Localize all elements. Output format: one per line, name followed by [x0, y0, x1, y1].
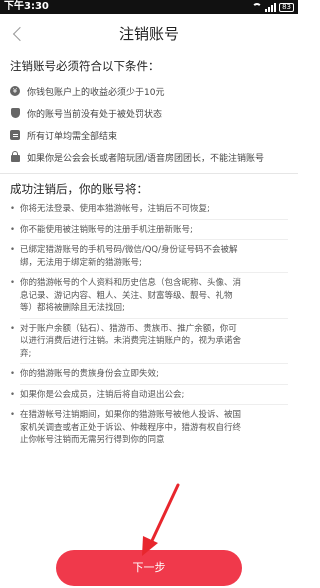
lock-icon: [10, 151, 20, 162]
annotation-arrow-shaft: [148, 483, 180, 547]
consequence-line: 你的猎游帐号的个人资料和历史信息（包含昵称、头像、消: [20, 278, 242, 288]
consequence-line: 家机关调查或者正处于诉讼、仲裁程序中，猎游有权自行终: [20, 422, 242, 433]
item-separator: [20, 272, 288, 273]
condition-item: ¥ 你钱包账户上的收益必须少于10元: [10, 80, 288, 102]
consequence-item: • 你的猎游账号的贵族身份会立即失效;: [10, 369, 159, 379]
shield-icon: [10, 108, 20, 118]
condition-item: 所有订单均需全部结束: [10, 124, 288, 146]
item-separator: [20, 383, 288, 385]
wifi-icon: [252, 3, 263, 11]
consequence-line: 对于账户余额（钻石）、猎游币、贵族币、推广余额，你可: [20, 323, 237, 334]
consequence-line: 息记录、游记内容、粗人、关注、财富等级、靓号、礼物: [20, 290, 233, 301]
conditions-title: 注销账号必须符合以下条件：: [10, 59, 160, 73]
order-icon: [10, 130, 20, 140]
consequence-item: • 你将无法登录、使用本猎游帐号，注销后不可恢复;: [10, 204, 210, 214]
item-separator: [20, 317, 288, 319]
consequence-item: • 如果你是公会成员，注销后将自动退出公会;: [10, 389, 185, 400]
consequence-line: 止你帐号注销而无需另行得到你的同意: [20, 435, 165, 445]
consequence-line: 等）都将被删除且无法找回;: [20, 303, 125, 313]
consequence-item: • 已绑定猎游账号的手机号码/微信/QQ/身份证号码不会被解 绑，无法用于绑定新…: [10, 245, 238, 268]
back-button[interactable]: [4, 20, 32, 48]
conditions-section: 注销账号必须符合以下条件： ¥ 你钱包账户上的收益必须少于10元 你的账号当前没…: [0, 58, 298, 168]
consequence-line: 已绑定猎游账号的手机号码/微信/QQ/身份证号码不会被解: [20, 245, 238, 255]
consequence-item: • 对于账户余额（钻石）、猎游币、贵族币、推广余额，你可 以进行消费后进行注销。…: [10, 323, 242, 359]
consequence-line: 你的猎游账号的贵族身份会立即失效;: [20, 369, 159, 379]
consequence-line: 在猎游帐号注销期间，如果你的猎游账号被他人投诉、被国: [20, 410, 242, 420]
next-step-button[interactable]: 下一步: [56, 550, 242, 586]
consequences-section: 成功注销后，你的账号将： • 你将无法登录、使用本猎游帐号，注销后不可恢复; • 你…: [0, 181, 298, 447]
signal-icon: [265, 2, 277, 12]
consequences-title: 成功注销后，你的账号将：: [10, 182, 148, 196]
consequence-item: • 在猎游帐号注销期间，如果你的猎游账号被他人投诉、被国 家机关调查或者正处于诉…: [10, 410, 242, 445]
money-icon: ¥: [10, 86, 20, 96]
condition-text: 你钱包账户上的收益必须少于10元: [27, 87, 165, 98]
condition-text: 如果你是公会会长或者陪玩团/语音房团团长，不能注销账号: [27, 153, 265, 164]
status-icons: 83: [252, 0, 294, 14]
consequence-line: 你不能使用被注销账号的注册手机注册新账号;: [20, 224, 193, 235]
condition-text: 所有订单均需全部结束: [27, 131, 118, 142]
consequence-item: • 你的猎游帐号的个人资料和历史信息（包含昵称、头像、消 息记录、游记内容、粗人…: [10, 278, 242, 313]
battery-icon: 83: [279, 2, 294, 12]
back-chevron-icon: [12, 26, 28, 42]
condition-item: 你的账号当前没有处于被处罚状态: [10, 102, 288, 124]
nav-bar: 注销账号: [0, 14, 298, 54]
consequence-line: 如果你是公会成员，注销后将自动退出公会;: [20, 389, 185, 400]
condition-item: 如果你是公会会长或者陪玩团/语音房团团长，不能注销账号: [10, 146, 288, 168]
status-bar: 下午3:30 83: [0, 0, 298, 14]
consequence-line: 绑，无法用于绑定新的猎游账号;: [20, 257, 142, 268]
status-time: 下午3:30: [4, 1, 49, 12]
consequence-line: 以进行消费后进行注销。未消费完注销账户的，视为承诺舍: [20, 336, 242, 346]
consequence-item: • 你不能使用被注销账号的注册手机注册新账号;: [10, 224, 193, 235]
item-separator: [20, 363, 288, 364]
page-title: 注销账号: [118, 25, 179, 43]
consequence-line: 弃;: [20, 348, 32, 359]
consequence-line: 你将无法登录、使用本猎游帐号，注销后不可恢复;: [20, 204, 210, 214]
item-separator: [20, 218, 288, 220]
item-separator: [20, 404, 288, 405]
item-separator: [20, 239, 288, 240]
section-divider: [0, 173, 298, 174]
condition-text: 你的账号当前没有处于被处罚状态: [27, 109, 163, 120]
